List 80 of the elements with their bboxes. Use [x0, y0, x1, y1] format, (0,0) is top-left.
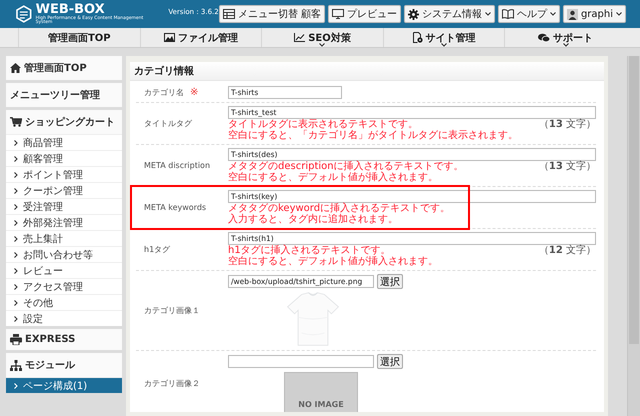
nav-tab[interactable]: サイト管理 [382, 28, 504, 47]
sidebar-item[interactable]: クーポン管理 [6, 182, 122, 198]
chevron-right-icon [14, 236, 18, 242]
chevron-right-icon [14, 268, 18, 274]
image-icon [164, 33, 175, 42]
nav-tab[interactable]: サポート [504, 28, 626, 47]
nav-tab[interactable]: 管理画面TOP [18, 28, 140, 47]
user-icon [566, 8, 578, 20]
file-path-field[interactable] [228, 355, 374, 368]
field-label: META keywords [144, 203, 206, 212]
chevron-right-icon [14, 382, 18, 388]
monitor-icon [332, 9, 344, 19]
chevron-right-icon [14, 284, 18, 290]
logo-icon [16, 5, 32, 23]
scrollbar[interactable] [627, 56, 640, 416]
nav-tab[interactable]: ファイル管理 [140, 28, 262, 47]
sidebar-item[interactable]: 受注管理 [6, 198, 122, 214]
sidebar-item[interactable]: その他 [6, 294, 122, 310]
chevron-right-icon [14, 316, 18, 322]
table-icon [222, 9, 235, 19]
header-button[interactable]: システム情報 [404, 5, 495, 23]
sidebar-item[interactable]: 商品管理 [6, 134, 122, 150]
sidebar-item[interactable]: アクセス管理 [6, 278, 122, 294]
help-text: 空白にすると、「カテゴリ名」がタイトルタグに表示されます。 [228, 130, 518, 141]
help-text: タイトルタグに表示されるテキストです。 [228, 119, 419, 130]
chat-icon [538, 32, 550, 42]
sidebar-item[interactable]: お問い合わせ等 [6, 246, 122, 262]
sidebar-item[interactable]: 外部発注管理 [6, 214, 122, 230]
chevron-right-icon [14, 300, 18, 306]
help-text: 空白にすると、デフォルト値が挿入されます。 [228, 172, 439, 183]
cart-icon [10, 117, 22, 127]
sidebar-heading[interactable]: 管理画面TOP [6, 56, 122, 80]
nav-tab[interactable]: SEO対策 [261, 28, 383, 47]
chevron-right-icon [14, 172, 18, 178]
select-button[interactable]: 選択 [377, 274, 403, 289]
header-button[interactable]: graphi [562, 5, 626, 23]
home-icon [10, 63, 21, 73]
header-button[interactable]: プレビュー [328, 5, 401, 23]
select-button[interactable]: 選択 [377, 354, 403, 369]
header-button[interactable]: ヘルプ [498, 5, 560, 23]
chevron-right-icon [14, 252, 18, 258]
header-button[interactable]: メニュー切替 顧客 [218, 5, 325, 23]
field-label: カテゴリ画像１ [144, 305, 200, 316]
field-label: META discription [144, 161, 210, 170]
book-icon [502, 9, 514, 19]
sidebar-item[interactable]: ページ構成(1) [6, 377, 122, 393]
sidebar-heading[interactable]: ショッピングカート [6, 110, 122, 134]
field-label: h1タグ [144, 244, 170, 255]
printer-icon [10, 334, 22, 345]
chevron-right-icon [14, 140, 18, 146]
chevron-right-icon [14, 220, 18, 226]
sidebar-item[interactable]: ポイント管理 [6, 166, 122, 182]
field-label: カテゴリ画像２ [144, 378, 200, 389]
sidebar-heading[interactable]: メニューツリー管理 [6, 83, 122, 107]
help-text: 入力すると、タグ内に追加されます。 [228, 214, 399, 225]
sidebar-item[interactable]: 設定 [6, 310, 122, 326]
field-label: カテゴリ名 [144, 87, 184, 98]
help-text: 空白にすると、デフォルト値が挿入されます。 [228, 256, 438, 267]
help-text: h1タグに挿入されるテキストです。 [228, 245, 392, 256]
help-text: メタタグのkeywordに挿入されるテキストです。 [228, 203, 450, 214]
sidebar-item[interactable]: レビュー [6, 262, 122, 278]
sidebar-heading[interactable]: モジュール [6, 353, 122, 377]
char-count: （13 文字） [538, 161, 596, 174]
chevron-right-icon [14, 204, 18, 210]
sitemap-icon [10, 360, 22, 370]
char-count: （13 文字） [538, 119, 596, 132]
chevron-right-icon [14, 156, 18, 162]
logo-text: WEB-BOX [36, 2, 105, 16]
help-text: メタタグのdescriptionに挿入されるテキストです。 [228, 161, 464, 172]
chevron-right-icon [14, 188, 18, 194]
document-gear-icon [412, 32, 423, 43]
field-label: タイトルタグ [144, 118, 192, 129]
required-mark: ※ [190, 87, 198, 98]
chart-icon [294, 33, 306, 42]
sidebar-item[interactable]: 顧客管理 [6, 150, 122, 166]
sidebar-item[interactable]: 売上集計 [6, 230, 122, 246]
placeholder-text: NO IMAGE [298, 400, 344, 409]
sidebar-heading[interactable]: EXPRESS [6, 329, 122, 350]
char-count: （12 文字） [538, 245, 596, 258]
settings-icon [408, 8, 419, 20]
